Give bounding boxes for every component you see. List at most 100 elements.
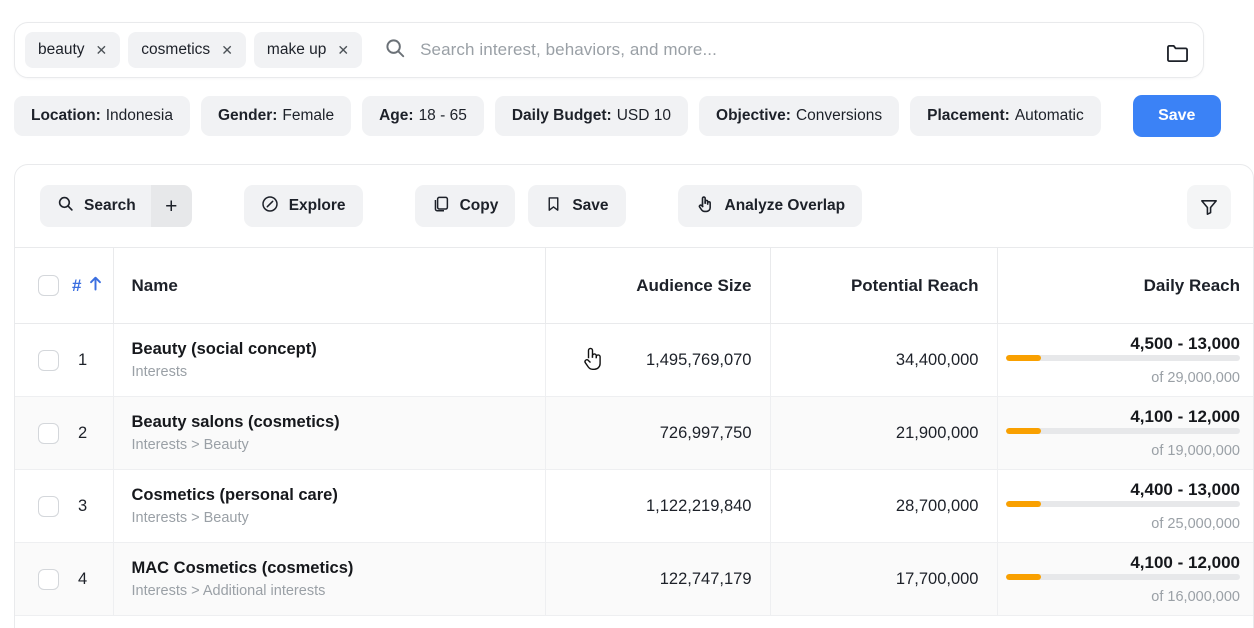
column-index[interactable]: #	[15, 247, 114, 324]
close-icon[interactable]: ✕	[221, 43, 233, 57]
table-row[interactable]: 1 Beauty (social concept) Interests 1,495,7…	[15, 323, 1253, 397]
daily-reach-cell: 4,100 - 12,000 of 16,000,000	[997, 542, 1253, 616]
select-all-checkbox[interactable]	[38, 275, 59, 296]
row-index: 2	[78, 423, 88, 442]
analyze-overlap-button[interactable]: Analyze Overlap	[677, 185, 863, 227]
table-header: # Name Audience Size Potential Reach Dai…	[15, 247, 1253, 324]
row-select-cell[interactable]: 3	[15, 469, 114, 543]
folder-icon[interactable]	[1159, 35, 1195, 71]
potential-reach-value: 21,900,000	[770, 396, 998, 470]
filter-pill-age[interactable]: Age: 18 - 65	[362, 96, 484, 136]
daily-reach-bar-fill	[1005, 573, 1041, 580]
row-name-cell: MAC Cosmetics (cosmetics) Interests > Add…	[113, 542, 546, 616]
potential-reach-value: 17,700,000	[770, 542, 998, 616]
filter-pill-key: Gender:	[217, 107, 278, 124]
daily-reach-total: of 25,000,000	[1151, 515, 1240, 532]
interest-path: Interests	[131, 363, 188, 380]
row-index: 4	[78, 569, 88, 588]
compass-icon	[261, 195, 279, 218]
daily-reach-range: 4,400 - 13,000	[1130, 479, 1240, 499]
tag-chip-make-up[interactable]: make up ✕	[253, 32, 363, 68]
analyze-overlap-label: Analyze Overlap	[724, 197, 846, 214]
add-interest-button[interactable]: +	[150, 185, 192, 227]
daily-reach-range: 4,500 - 13,000	[1130, 333, 1240, 353]
row-name-cell: Beauty (social concept) Interests	[113, 323, 546, 397]
hand-pointer-icon	[695, 194, 715, 219]
explore-button[interactable]: Explore	[243, 185, 363, 227]
table-header-row: # Name Audience Size Potential Reach Dai…	[15, 247, 1253, 324]
filter-pill-key: Daily Budget:	[511, 107, 612, 124]
column-daily-reach[interactable]: Daily Reach	[997, 247, 1253, 324]
audience-size-value: 726,997,750	[545, 396, 771, 470]
column-potential-reach[interactable]: Potential Reach	[770, 247, 998, 324]
potential-reach-value: 34,400,000	[770, 323, 998, 397]
daily-reach-bar	[1005, 354, 1240, 361]
row-checkbox[interactable]	[38, 349, 59, 371]
search-button[interactable]: Search	[40, 185, 151, 227]
filter-pill-value: Female	[282, 107, 335, 124]
filter-pill-objective[interactable]: Objective: Conversions	[699, 96, 900, 136]
save-button[interactable]: Save	[1132, 95, 1221, 137]
filter-pill-key: Location:	[31, 107, 101, 124]
results-card: Search + Explore Copy Save Analyze Overl…	[14, 164, 1254, 628]
close-icon[interactable]: ✕	[96, 43, 108, 57]
funnel-icon[interactable]	[1187, 185, 1231, 229]
row-checkbox[interactable]	[38, 495, 59, 517]
copy-button-label: Copy	[459, 197, 499, 214]
app-root: beauty ✕ cosmetics ✕ make up ✕ Search in…	[0, 0, 1254, 628]
interest-path: Interests > Additional interests	[131, 582, 326, 599]
explore-button-label: Explore	[288, 197, 346, 214]
filter-pill-daily-budget[interactable]: Daily Budget: USD 10	[494, 96, 689, 136]
row-checkbox[interactable]	[38, 422, 59, 444]
filter-pill-value: 18 - 65	[418, 107, 467, 124]
potential-reach-value: 28,700,000	[770, 469, 998, 543]
save-list-button[interactable]: Save	[528, 185, 626, 227]
daily-reach-cell: 4,100 - 12,000 of 19,000,000	[997, 396, 1253, 470]
search-button-label: Search	[84, 197, 136, 214]
table-row[interactable]: 2 Beauty salons (cosmetics) Interests > Be…	[15, 396, 1253, 470]
search-icon	[384, 37, 406, 64]
row-checkbox[interactable]	[38, 568, 59, 590]
search-input[interactable]: Search interest, behaviors, and more...	[420, 40, 717, 60]
table-row[interactable]: 3 Cosmetics (personal care) Interests > Be…	[15, 469, 1253, 543]
row-name-cell: Cosmetics (personal care) Interests > Bea…	[113, 469, 546, 543]
interest-name: Beauty salons (cosmetics)	[131, 412, 340, 431]
filter-pill-value: Automatic	[1014, 107, 1084, 124]
table-row[interactable]: 4 MAC Cosmetics (cosmetics) Interests > Ad…	[15, 542, 1253, 616]
row-select-cell[interactable]: 2	[15, 396, 114, 470]
filter-pill-key: Placement:	[927, 107, 1010, 124]
filter-pill-value: Indonesia	[105, 107, 173, 124]
interest-search-bar: beauty ✕ cosmetics ✕ make up ✕ Search in…	[14, 22, 1204, 78]
filter-pill-value: USD 10	[616, 107, 672, 124]
column-audience-size[interactable]: Audience Size	[545, 247, 771, 324]
close-icon[interactable]: ✕	[337, 43, 349, 57]
results-toolbar: Search + Explore Copy Save Analyze Overl…	[15, 165, 1253, 247]
tag-chip-label: beauty	[38, 41, 85, 58]
row-index: 1	[78, 350, 88, 369]
daily-reach-total: of 19,000,000	[1151, 442, 1240, 459]
filter-pill-gender[interactable]: Gender: Female	[200, 96, 352, 136]
row-select-cell[interactable]: 4	[15, 542, 114, 616]
hash-label: #	[72, 275, 82, 295]
audience-size-value: 1,122,219,840	[545, 469, 771, 543]
daily-reach-cell: 4,400 - 13,000 of 25,000,000	[997, 469, 1253, 543]
interest-path: Interests > Beauty	[131, 509, 249, 526]
interest-name: Cosmetics (personal care)	[131, 485, 338, 504]
save-list-button-label: Save	[572, 197, 609, 214]
filter-pill-placement[interactable]: Placement: Automatic	[910, 96, 1101, 136]
bookmark-icon	[545, 195, 562, 218]
copy-button[interactable]: Copy	[414, 185, 516, 227]
sort-by-index[interactable]: #	[72, 276, 102, 296]
search-input-area[interactable]: Search interest, behaviors, and more...	[370, 30, 1193, 70]
daily-reach-bar-fill	[1005, 354, 1041, 361]
filter-pill-key: Objective:	[716, 107, 791, 124]
tag-chip-beauty[interactable]: beauty ✕	[25, 32, 121, 68]
tag-chip-cosmetics[interactable]: cosmetics ✕	[128, 32, 246, 68]
row-select-cell[interactable]: 1	[15, 323, 114, 397]
search-split-button: Search +	[40, 185, 192, 227]
table-body: 1 Beauty (social concept) Interests 1,495,7…	[15, 323, 1253, 616]
column-name[interactable]: Name	[113, 247, 546, 324]
daily-reach-range: 4,100 - 12,000	[1130, 406, 1240, 426]
filter-pill-location[interactable]: Location: Indonesia	[14, 96, 190, 136]
interest-path: Interests > Beauty	[131, 436, 249, 453]
